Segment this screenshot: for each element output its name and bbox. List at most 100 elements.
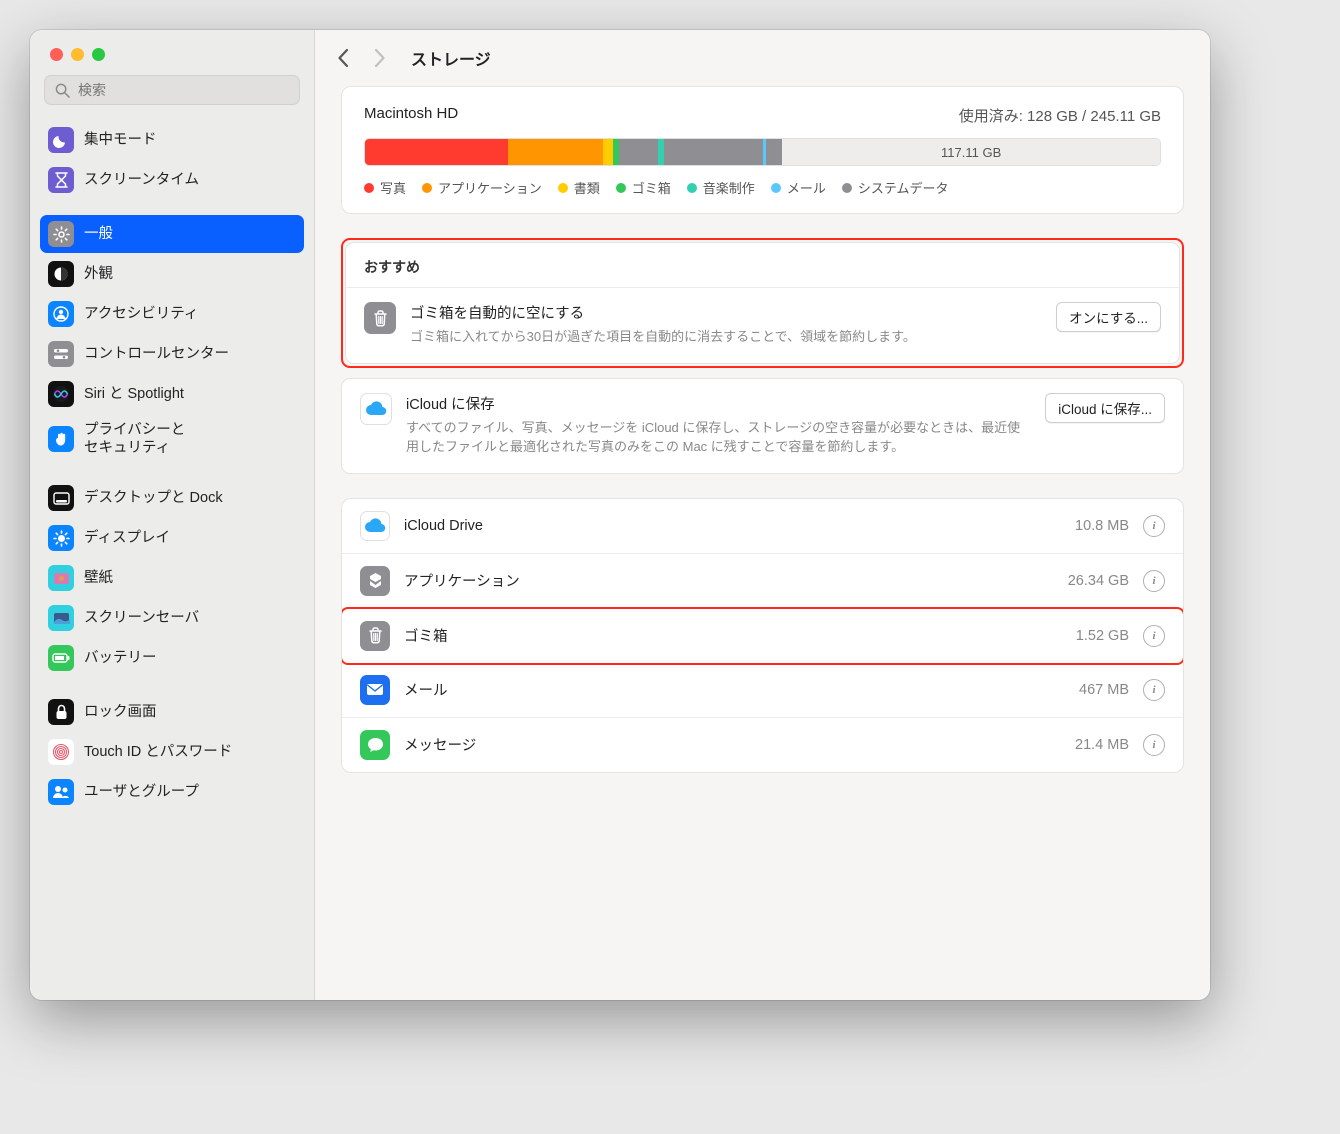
sidebar-item[interactable]: 外観: [40, 255, 304, 293]
legend-label: 書類: [574, 178, 600, 197]
sidebar-item[interactable]: バッテリー: [40, 639, 304, 677]
info-button[interactable]: i: [1143, 625, 1165, 647]
recommend-title: ゴミ箱を自動的に空にする: [410, 302, 1042, 323]
category-row[interactable]: iCloud Drive 10.8 MB i: [342, 499, 1183, 554]
sidebar-separator: [40, 201, 304, 215]
legend-label: 音楽制作: [703, 178, 755, 197]
storage-legend: 写真アプリケーション書類ゴミ箱音楽制作メールシステムデータ: [364, 178, 1161, 197]
sidebar-item[interactable]: Touch ID とパスワード: [40, 733, 304, 771]
category-size: 10.8 MB: [1075, 518, 1129, 534]
sidebar-item-label: 一般: [84, 225, 113, 243]
recommend-panel: おすすめ ゴミ箱を自動的に空にする ゴミ箱に入れてから30日が過ぎた項目を自動的…: [345, 242, 1180, 364]
sidebar-item[interactable]: 集中モード: [40, 121, 304, 159]
moon-icon: [48, 127, 74, 153]
legend-dot: [687, 183, 697, 193]
search-field[interactable]: [44, 75, 300, 105]
category-row[interactable]: メール467 MBi: [342, 663, 1183, 718]
category-label: メッセージ: [404, 734, 1061, 755]
wallpaper-icon: [48, 565, 74, 591]
page-title: ストレージ: [411, 46, 491, 70]
category-size: 467 MB: [1079, 682, 1129, 698]
legend-item: 音楽制作: [687, 178, 755, 197]
sidebar-item[interactable]: コントロールセンター: [40, 335, 304, 373]
sidebar-item[interactable]: 壁紙: [40, 559, 304, 597]
content-scroll[interactable]: Macintosh HD 使用済み: 128 GB / 245.11 GB 11…: [315, 86, 1210, 1000]
gear-icon: [48, 221, 74, 247]
info-button[interactable]: i: [1143, 734, 1165, 756]
legend-item: ゴミ箱: [616, 178, 671, 197]
usage-label: 使用済み: 128 GB / 245.11 GB: [959, 105, 1161, 126]
enable-button[interactable]: オンにする...: [1056, 302, 1161, 332]
person-icon: [48, 301, 74, 327]
cloud-icon: [360, 393, 392, 425]
sidebar-item[interactable]: デスクトップと Dock: [40, 479, 304, 517]
storage-segment: [766, 139, 782, 165]
sidebar-item-label: 集中モード: [84, 131, 157, 149]
sidebar-item[interactable]: プライバシーと セキュリティ: [40, 415, 304, 463]
info-button[interactable]: i: [1143, 515, 1165, 537]
storage-segment: [603, 139, 613, 165]
storage-bar: 117.11 GB: [364, 138, 1161, 166]
info-button[interactable]: i: [1143, 679, 1165, 701]
minimize-button[interactable]: [71, 48, 84, 61]
category-row[interactable]: メッセージ21.4 MBi: [342, 718, 1183, 772]
hand-icon: [48, 426, 74, 452]
storage-panel: Macintosh HD 使用済み: 128 GB / 245.11 GB 11…: [341, 86, 1184, 214]
recommend-row-empty-trash: ゴミ箱を自動的に空にする ゴミ箱に入れてから30日が過ぎた項目を自動的に消去する…: [346, 287, 1179, 363]
legend-item: 書類: [558, 178, 600, 197]
category-row[interactable]: アプリケーション 26.34 GB i: [342, 554, 1183, 609]
category-label: アプリケーション: [404, 570, 1054, 591]
category-label: iCloud Drive: [404, 518, 1061, 534]
sliders-icon: [48, 341, 74, 367]
sun-icon: [48, 525, 74, 551]
zoom-button[interactable]: [92, 48, 105, 61]
back-button[interactable]: [329, 44, 357, 72]
recommend-highlight: おすすめ ゴミ箱を自動的に空にする ゴミ箱に入れてから30日が過ぎた項目を自動的…: [341, 238, 1184, 368]
storage-free-label: 117.11 GB: [782, 139, 1160, 165]
sidebar-item[interactable]: ユーザとグループ: [40, 773, 304, 811]
cloud-icon: [360, 511, 390, 541]
sidebar-item-label: バッテリー: [84, 649, 157, 667]
sidebar-list[interactable]: 集中モードスクリーンタイム一般外観アクセシビリティコントロールセンターSiri …: [30, 115, 314, 1000]
legend-label: 写真: [380, 178, 406, 197]
lock-icon: [48, 699, 74, 725]
legend-dot: [842, 183, 852, 193]
category-highlight: ゴミ箱1.52 GBi: [341, 607, 1184, 665]
sidebar-item[interactable]: ディスプレイ: [40, 519, 304, 557]
sidebar-item[interactable]: 一般: [40, 215, 304, 253]
sidebar-item[interactable]: ロック画面: [40, 693, 304, 731]
sidebar-item-label: プライバシーと セキュリティ: [84, 421, 185, 457]
sidebar-item[interactable]: アクセシビリティ: [40, 295, 304, 333]
close-button[interactable]: [50, 48, 63, 61]
storage-segment: [664, 139, 763, 165]
screensaver-icon: [48, 605, 74, 631]
legend-label: メール: [787, 178, 826, 197]
recommend-desc: すべてのファイル、写真、メッセージを iCloud に保存し、ストレージの空き容…: [406, 418, 1031, 457]
storage-segment: [365, 139, 508, 165]
legend-dot: [616, 183, 626, 193]
sidebar-item[interactable]: スクリーンタイム: [40, 161, 304, 199]
sidebar-item[interactable]: スクリーンセーバ: [40, 599, 304, 637]
info-button[interactable]: i: [1143, 570, 1165, 592]
hourglass-icon: [48, 167, 74, 193]
category-size: 26.34 GB: [1068, 573, 1129, 589]
icloud-save-button[interactable]: iCloud に保存...: [1045, 393, 1165, 423]
search-input[interactable]: [78, 82, 289, 98]
forward-button: [365, 44, 393, 72]
legend-item: システムデータ: [842, 178, 949, 197]
legend-dot: [558, 183, 568, 193]
trash-icon: [360, 621, 390, 651]
app-icon: [360, 566, 390, 596]
sidebar-separator: [40, 679, 304, 693]
fingerprint-icon: [48, 739, 74, 765]
recommend-title: iCloud に保存: [406, 393, 1031, 414]
category-row[interactable]: ゴミ箱1.52 GBi: [342, 609, 1183, 663]
sidebar-item-label: デスクトップと Dock: [84, 489, 223, 507]
categories-panel: iCloud Drive10.8 MBiアプリケーション26.34 GBiゴミ箱…: [341, 498, 1184, 773]
dock-icon: [48, 485, 74, 511]
sidebar-item-label: ユーザとグループ: [84, 783, 199, 801]
sidebar-item[interactable]: Siri と Spotlight: [40, 375, 304, 413]
chevron-right-icon: [374, 49, 385, 67]
sidebar-item-label: スクリーンセーバ: [84, 609, 199, 627]
main-content: ストレージ Macintosh HD 使用済み: 128 GB / 245.11…: [315, 30, 1210, 1000]
